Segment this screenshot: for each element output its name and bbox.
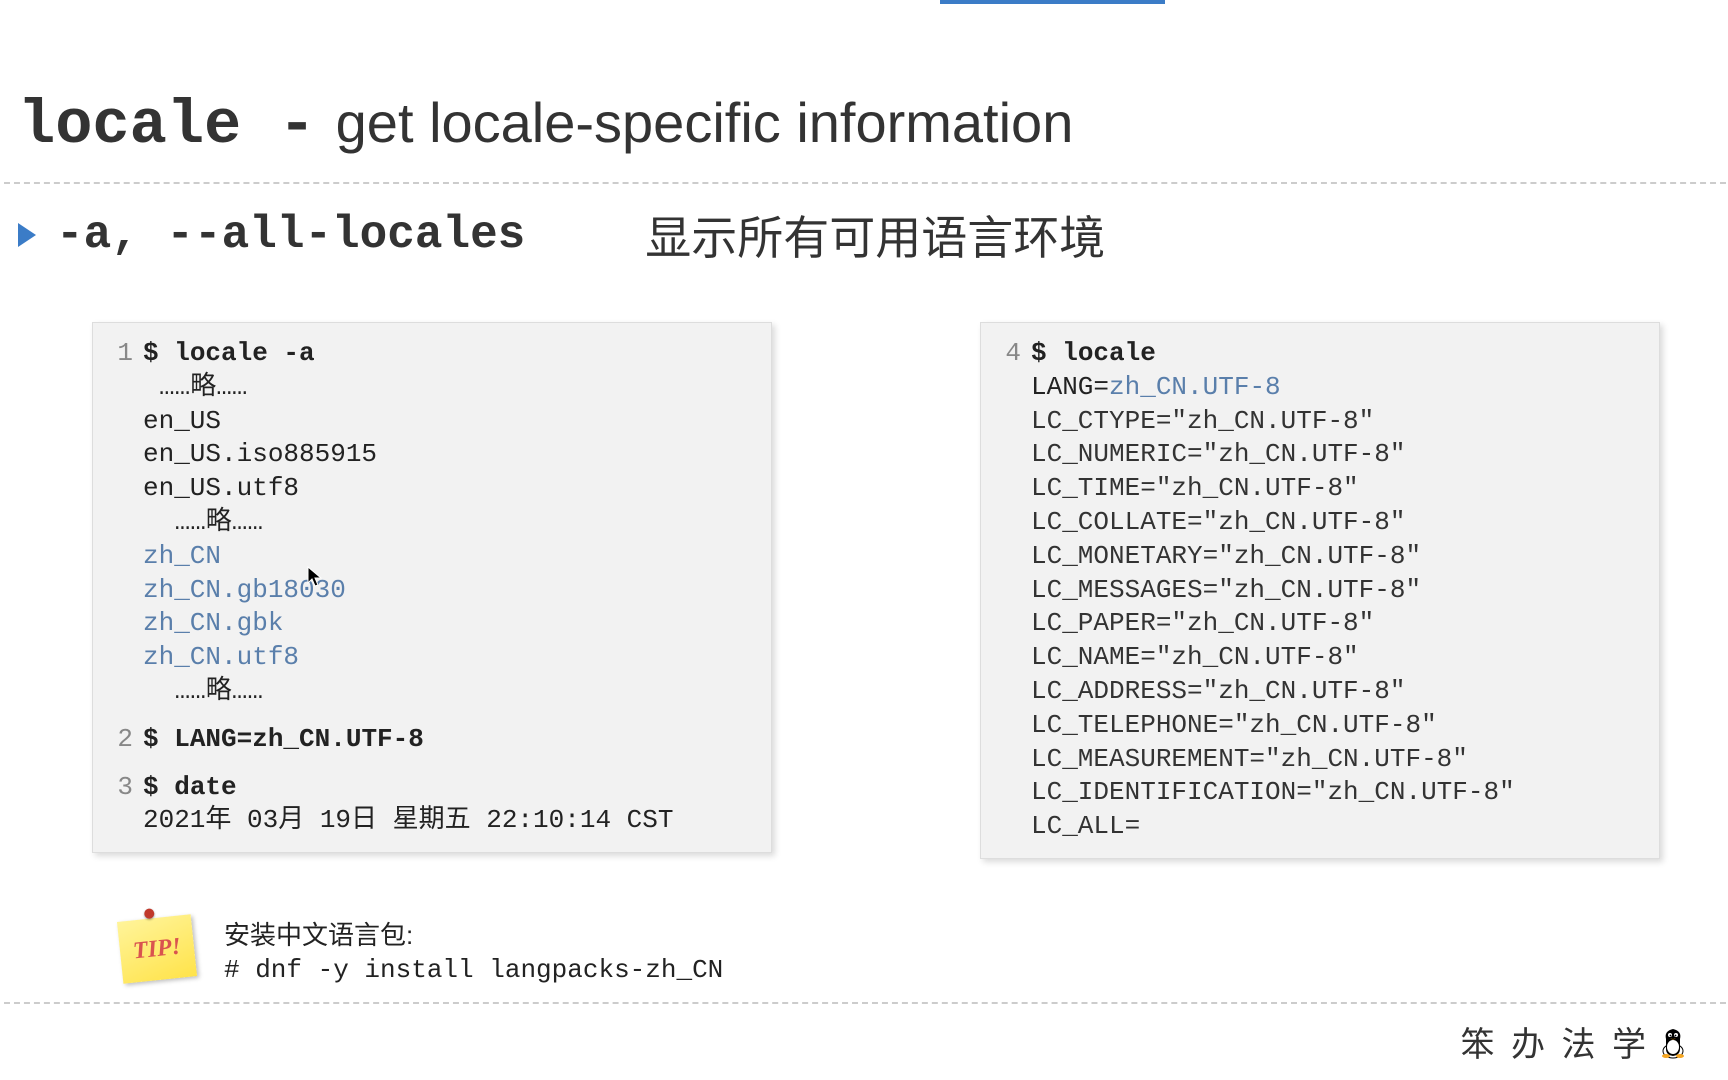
tip-text: 安装中文语言包: # dnf -y install langpacks-zh_C… bbox=[224, 918, 723, 988]
output-lc: LC_MESSAGES="zh_CN.UTF-8" bbox=[995, 574, 1641, 608]
output-lang: LANG=zh_CN.UTF-8 bbox=[995, 371, 1641, 405]
tip-line-2: # dnf -y install langpacks-zh_CN bbox=[224, 953, 723, 988]
output-ellipsis: ……略…… bbox=[107, 675, 753, 709]
option-row: -a, --all-locales 显示所有可用语言环境 bbox=[18, 202, 1105, 268]
output-line-zh: zh_CN.utf8 bbox=[107, 641, 753, 675]
output-lc: LC_COLLATE="zh_CN.UTF-8" bbox=[995, 506, 1641, 540]
output-line: en_US bbox=[107, 405, 753, 439]
output-lc: LC_ADDRESS="zh_CN.UTF-8" bbox=[995, 675, 1641, 709]
top-tab-underline bbox=[940, 0, 1165, 4]
output-lc: LC_NAME="zh_CN.UTF-8" bbox=[995, 641, 1641, 675]
cmd-line-1: 1$ locale -a bbox=[107, 337, 753, 371]
output-line-zh: zh_CN.gb18030 bbox=[107, 574, 753, 608]
output-lc: LC_IDENTIFICATION="zh_CN.UTF-8" bbox=[995, 776, 1641, 810]
option-flag: -a, --all-locales bbox=[56, 209, 525, 261]
tip-sticky-icon: TIP! bbox=[117, 914, 197, 983]
output-lc: LC_MEASUREMENT="zh_CN.UTF-8" bbox=[995, 743, 1641, 777]
output-line-zh: zh_CN bbox=[107, 540, 753, 574]
output-lc: LC_MONETARY="zh_CN.UTF-8" bbox=[995, 540, 1641, 574]
output-ellipsis: ……略…… bbox=[107, 371, 753, 405]
output-lc: LC_NUMERIC="zh_CN.UTF-8" bbox=[995, 438, 1641, 472]
code-panel-right: 4$ locale LANG=zh_CN.UTF-8 LC_CTYPE="zh_… bbox=[980, 322, 1660, 859]
tip-line-1: 安装中文语言包: bbox=[224, 918, 723, 953]
output-line-zh: zh_CN.gbk bbox=[107, 607, 753, 641]
brand-text: 笨 办 法 学 bbox=[1461, 1017, 1651, 1066]
bullet-icon bbox=[18, 223, 36, 247]
cmd-line-3: 3$ date bbox=[107, 771, 753, 805]
footer-brand: 笨 办 法 学 bbox=[1461, 1017, 1689, 1066]
pin-icon bbox=[144, 908, 155, 919]
cmd-line-2: 2$ LANG=zh_CN.UTF-8 bbox=[107, 723, 753, 757]
tip-label: TIP! bbox=[132, 933, 183, 965]
output-lc: LC_TIME="zh_CN.UTF-8" bbox=[995, 472, 1641, 506]
blank-line bbox=[107, 757, 753, 771]
output-line: en_US.utf8 bbox=[107, 472, 753, 506]
output-lc: LC_CTYPE="zh_CN.UTF-8" bbox=[995, 405, 1641, 439]
divider-top bbox=[4, 182, 1726, 184]
page-title-row: locale - get locale-specific information bbox=[18, 90, 1073, 161]
output-ellipsis: ……略…… bbox=[107, 506, 753, 540]
tip-box: TIP! 安装中文语言包: # dnf -y install langpacks… bbox=[120, 918, 723, 988]
output-line: en_US.iso885915 bbox=[107, 438, 753, 472]
output-date: 2021年 03月 19日 星期五 22:10:14 CST bbox=[107, 804, 753, 838]
divider-bottom bbox=[4, 1002, 1726, 1004]
cmd-line-4: 4$ locale bbox=[995, 337, 1641, 371]
code-panel-left: 1$ locale -a ……略…… en_US en_US.iso885915… bbox=[92, 322, 772, 853]
title-command: locale - bbox=[18, 90, 316, 161]
title-description: get locale-specific information bbox=[336, 90, 1074, 155]
tux-icon bbox=[1658, 1025, 1688, 1059]
blank-line bbox=[107, 709, 753, 723]
output-lc: LC_TELEPHONE="zh_CN.UTF-8" bbox=[995, 709, 1641, 743]
option-description: 显示所有可用语言环境 bbox=[645, 202, 1105, 268]
output-lc: LC_ALL= bbox=[995, 810, 1641, 844]
output-lc: LC_PAPER="zh_CN.UTF-8" bbox=[995, 607, 1641, 641]
